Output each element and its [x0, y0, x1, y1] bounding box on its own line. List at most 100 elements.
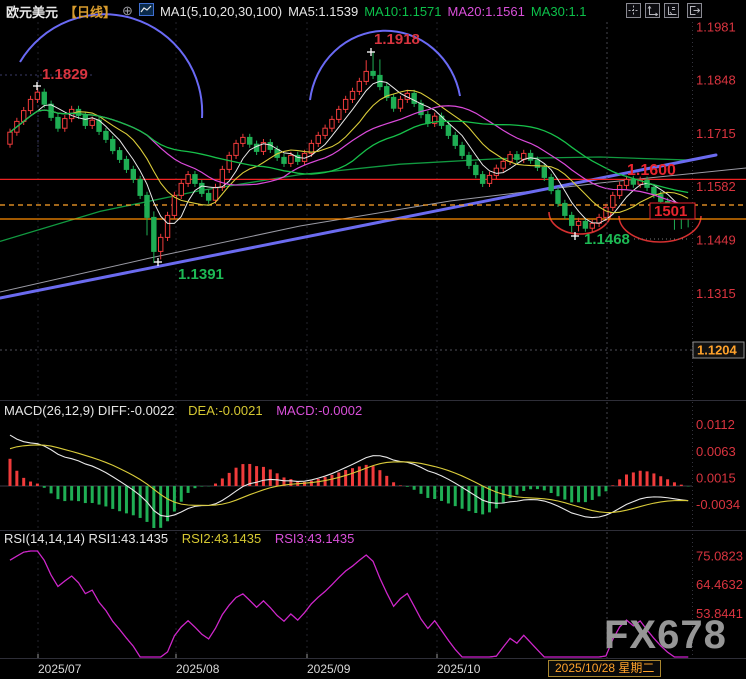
candle-body[interactable]: [248, 137, 252, 144]
rsi-axis-tick: 75.0823: [696, 549, 743, 564]
candle-body[interactable]: [124, 159, 128, 169]
candle-body[interactable]: [220, 169, 224, 187]
price-axis-tick: 1.1848: [696, 73, 736, 88]
candle-body[interactable]: [426, 115, 430, 124]
candle-body[interactable]: [350, 91, 354, 99]
y-axis-zoom-button[interactable]: [645, 3, 660, 18]
candle-body[interactable]: [357, 81, 361, 91]
candle-body[interactable]: [193, 175, 197, 184]
candle-body[interactable]: [165, 215, 169, 237]
price-annotation: 1.1391: [178, 266, 224, 283]
chart-app: 1.19811.18481.17151.15821.14491.13151.12…: [0, 0, 746, 679]
candle-body[interactable]: [494, 168, 498, 175]
candle-body[interactable]: [323, 128, 327, 135]
price-axis-tick: 1.1715: [696, 126, 736, 141]
candle-body[interactable]: [508, 155, 512, 162]
candle-body[interactable]: [563, 203, 567, 215]
candle-body[interactable]: [145, 195, 149, 217]
macd-axis-tick: 0.0015: [696, 470, 736, 485]
candle-body[interactable]: [343, 99, 347, 109]
candle-body[interactable]: [480, 175, 484, 184]
period-label[interactable]: 【日线】: [64, 2, 116, 21]
time-axis-label: 2025/09: [307, 662, 350, 676]
time-axis-label: 2025/10: [437, 662, 480, 676]
candle-body[interactable]: [56, 117, 60, 128]
candle-body[interactable]: [213, 187, 217, 200]
candle-body[interactable]: [35, 92, 39, 99]
candle-body[interactable]: [8, 132, 12, 144]
candle-body[interactable]: [624, 179, 628, 185]
candle-body[interactable]: [522, 153, 526, 159]
candle-body[interactable]: [117, 151, 121, 160]
candle-body[interactable]: [131, 169, 135, 179]
blue-trendline[interactable]: [0, 155, 716, 298]
candle-body[interactable]: [631, 179, 635, 184]
time-axis: 2025/10/28 星期二 2025/072025/082025/092025…: [0, 659, 746, 679]
candle-body[interactable]: [337, 109, 341, 119]
candle-body[interactable]: [83, 115, 87, 125]
candle-body[interactable]: [152, 217, 156, 251]
candle-body[interactable]: [159, 237, 163, 251]
macd-axis-tick: 0.0112: [696, 417, 735, 432]
macd-header: MACD(26,12,9) DIFF:-0.0022 DEA:-0.0021 M…: [4, 403, 372, 418]
candle-body[interactable]: [617, 185, 621, 195]
chart-type-icon[interactable]: [139, 3, 154, 19]
chart-canvas[interactable]: 1.19811.18481.17151.15821.14491.13151.12…: [0, 0, 746, 679]
candle-body[interactable]: [316, 135, 320, 143]
candle-body[interactable]: [583, 221, 587, 228]
candle-body[interactable]: [227, 155, 231, 169]
candle-body[interactable]: [28, 99, 32, 110]
candle-body[interactable]: [515, 155, 519, 160]
candle-body[interactable]: [528, 153, 532, 160]
candle-body[interactable]: [282, 157, 286, 163]
candle-body[interactable]: [467, 155, 471, 165]
time-axis-label: 2025/08: [176, 662, 219, 676]
candle-body[interactable]: [241, 137, 245, 143]
candle-body[interactable]: [330, 119, 334, 128]
candle-body[interactable]: [590, 223, 594, 228]
circle-plus-icon[interactable]: ⊕: [122, 3, 133, 19]
candle-body[interactable]: [460, 145, 464, 155]
price-axis-tick: 1.1582: [696, 179, 736, 194]
candle-body[interactable]: [453, 135, 457, 145]
candle-body[interactable]: [549, 177, 553, 190]
candle-body[interactable]: [556, 191, 560, 204]
rsi2-value: RSI2:43.1435: [182, 531, 262, 546]
move-crosshair-tool-button[interactable]: [626, 3, 641, 18]
candle-body[interactable]: [570, 215, 574, 225]
candle-body[interactable]: [652, 187, 656, 194]
ma20-line: [10, 106, 688, 206]
price-axis-tick: 1.1449: [696, 232, 736, 247]
candle-body[interactable]: [611, 195, 615, 207]
rsi-header: RSI(14,14,14) RSI1:43.1435 RSI2:43.1435 …: [4, 531, 364, 546]
candle-body[interactable]: [364, 71, 368, 81]
candle-body[interactable]: [289, 155, 293, 163]
candle-body[interactable]: [446, 125, 450, 135]
candle-body[interactable]: [391, 97, 395, 108]
long-trendline[interactable]: [0, 168, 746, 292]
candle-body[interactable]: [487, 175, 491, 183]
x-axis-zoom-button[interactable]: [664, 3, 679, 18]
price-annotation: 1.1829: [42, 66, 88, 83]
candle-body[interactable]: [200, 183, 204, 193]
candle-body[interactable]: [576, 221, 580, 225]
candle-body[interactable]: [104, 131, 108, 139]
candle-body[interactable]: [42, 92, 46, 104]
candle-body[interactable]: [398, 99, 402, 108]
candle-body[interactable]: [138, 179, 142, 195]
candle-body[interactable]: [186, 175, 190, 184]
rsi3-line: [10, 551, 688, 657]
candle-body[interactable]: [371, 71, 375, 75]
candle-body[interactable]: [542, 167, 546, 177]
candle-body[interactable]: [111, 139, 115, 150]
candle-body[interactable]: [63, 119, 67, 129]
pop-out-button[interactable]: [687, 3, 702, 18]
candle-body[interactable]: [179, 183, 183, 195]
candle-body[interactable]: [419, 103, 423, 114]
candle-body[interactable]: [412, 93, 416, 103]
candle-body[interactable]: [206, 193, 210, 200]
candle-body[interactable]: [501, 161, 505, 168]
candle-body[interactable]: [234, 143, 238, 155]
candle-body[interactable]: [90, 120, 94, 125]
candle-body[interactable]: [474, 165, 478, 174]
